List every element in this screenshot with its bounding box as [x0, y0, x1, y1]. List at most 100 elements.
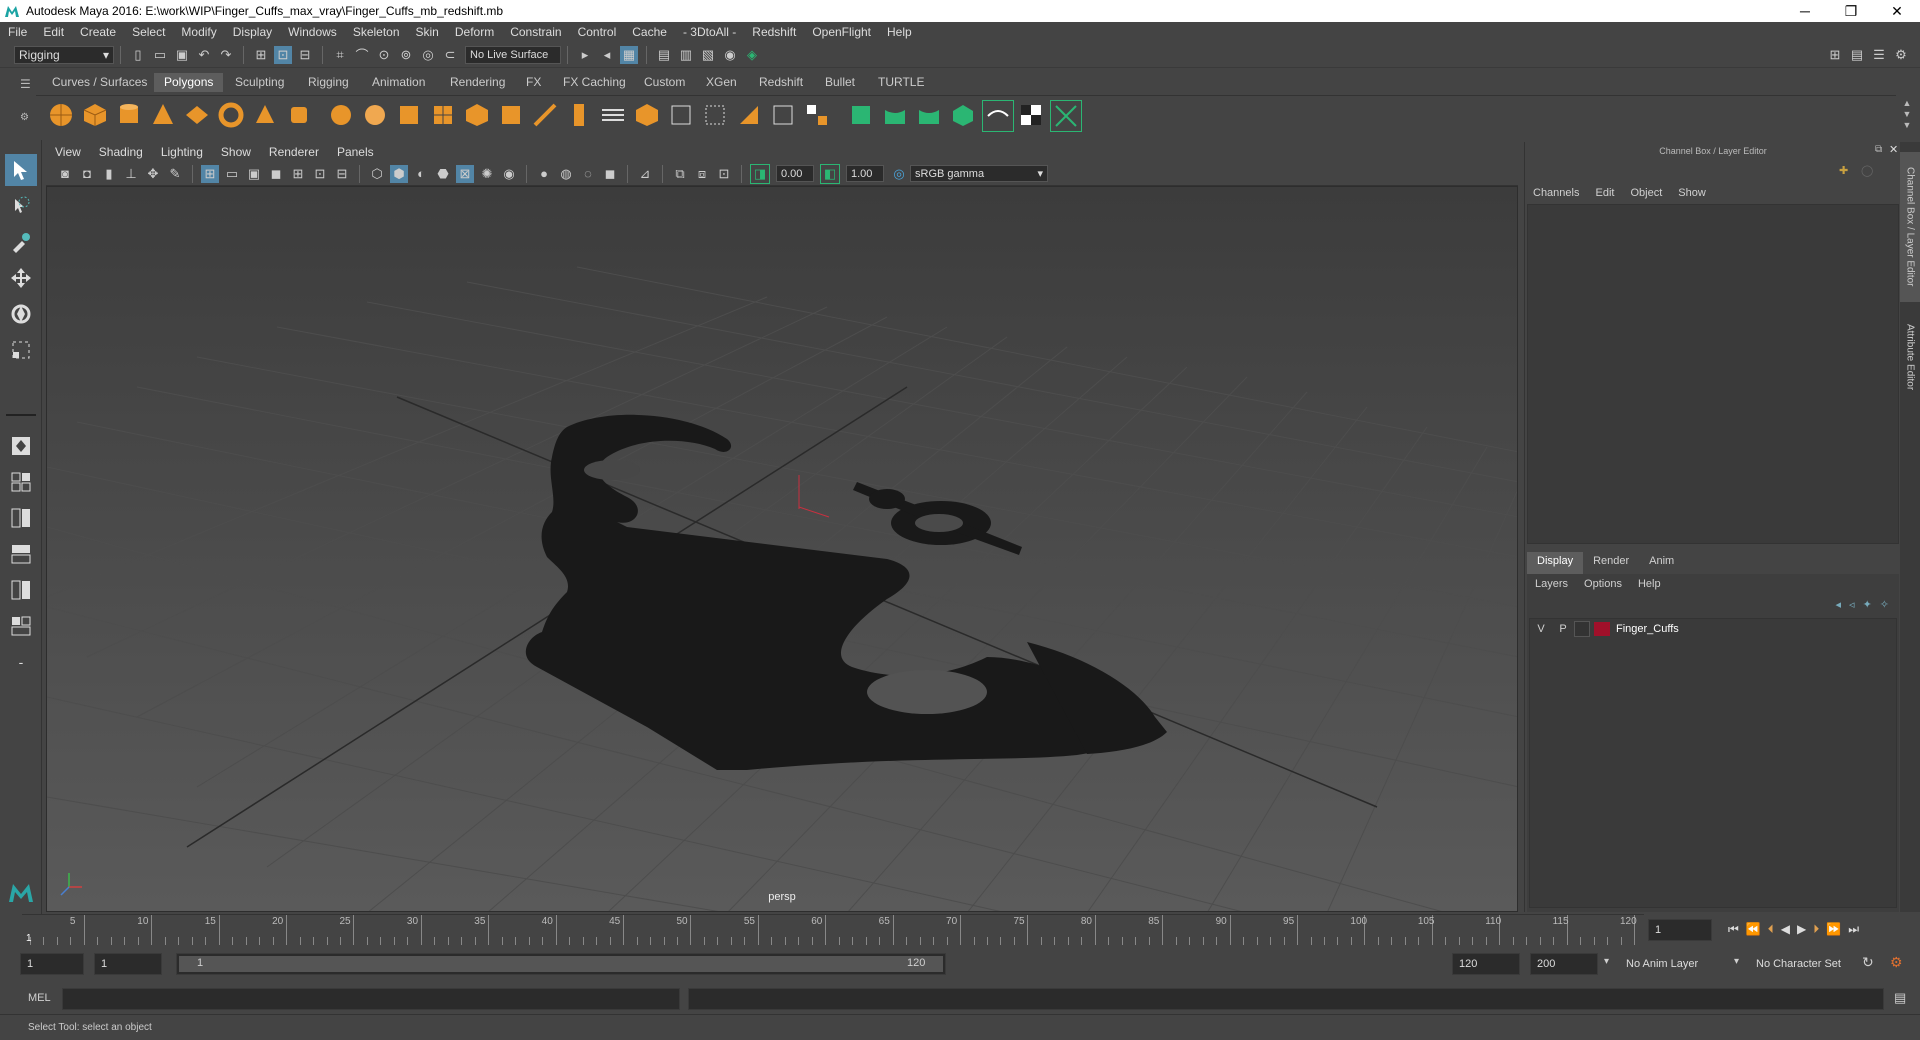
layers-menu[interactable]: Layers	[1527, 578, 1576, 590]
poly-pyramid-icon[interactable]	[250, 100, 280, 130]
snap-view-icon[interactable]: ⊚	[397, 46, 415, 64]
chevron-down-icon[interactable]: ▾	[1604, 956, 1609, 967]
cylindrical-map-icon[interactable]	[880, 100, 910, 130]
manipulator-icon[interactable]: ✚	[1839, 164, 1848, 177]
poly-plane-icon[interactable]	[182, 100, 212, 130]
start-frame-field[interactable]: 1	[20, 953, 84, 975]
range-slider-handle[interactable]	[179, 956, 943, 972]
redo-icon[interactable]: ↷	[217, 46, 235, 64]
tab-turtle[interactable]: TURTLE	[868, 73, 934, 92]
menu-set-dropdown[interactable]: Rigging ▾	[14, 45, 114, 64]
save-scene-icon[interactable]: ▣	[173, 46, 191, 64]
tab-xgen[interactable]: XGen	[696, 73, 747, 92]
shelf-scroll-arrows[interactable]: ▲ ▼ ▼	[1900, 98, 1914, 132]
shelf-menu-icon[interactable]: ☰	[20, 77, 31, 91]
select-hierarchy-icon[interactable]: ⊞	[252, 46, 270, 64]
auto-key-icon[interactable]: ↻	[1862, 954, 1874, 971]
shelf-options-icon[interactable]: ⚙	[20, 112, 29, 123]
tab-redshift[interactable]: Redshift	[749, 73, 813, 92]
bridge-icon[interactable]	[496, 100, 526, 130]
menu-control[interactable]: Control	[570, 25, 625, 39]
ipr-render-icon[interactable]: ▥	[677, 46, 695, 64]
anim-layer-dropdown[interactable]: No Anim Layer	[1620, 953, 1742, 975]
exposure-field[interactable]: 0.00	[776, 165, 814, 182]
lasso-tool-icon[interactable]	[5, 190, 37, 222]
poly-pipe-icon[interactable]	[284, 100, 314, 130]
menu-cache[interactable]: Cache	[624, 25, 675, 39]
persp-graph-layout-icon[interactable]	[5, 574, 37, 606]
safe-title-icon[interactable]: ⊟	[333, 165, 351, 183]
smooth-shade-icon[interactable]: ⬢	[390, 164, 408, 183]
field-chart-icon[interactable]: ⊞	[289, 165, 307, 183]
menu-file[interactable]: File	[0, 25, 35, 39]
command-input[interactable]	[62, 988, 680, 1010]
construction-history-icon[interactable]: ▦	[620, 45, 638, 64]
xray-joints-icon[interactable]: ⧉	[671, 165, 689, 183]
select-tool-icon[interactable]	[5, 154, 37, 186]
tab-curves-surfaces[interactable]: Curves / Surfaces	[42, 73, 157, 92]
attribute-editor-toggle-icon[interactable]: ⚙	[1892, 46, 1910, 64]
persp-outliner-layout-icon[interactable]	[5, 538, 37, 570]
speed-icon[interactable]: ◯	[1861, 164, 1873, 177]
tab-rendering[interactable]: Rendering	[440, 73, 515, 92]
step-back-key-icon[interactable]: ⏴	[1768, 922, 1774, 937]
menu-modify[interactable]: Modify	[173, 25, 224, 39]
output-ops-icon[interactable]: ◂	[598, 46, 616, 64]
playback-start-field[interactable]: 1	[94, 953, 162, 975]
side-tab-attribute-editor[interactable]: Attribute Editor	[1900, 307, 1920, 407]
spherical-map-icon[interactable]	[914, 100, 944, 130]
rotate-tool-icon[interactable]	[5, 298, 37, 330]
poly-sphere-icon[interactable]	[46, 100, 76, 130]
maya-home-icon[interactable]	[5, 876, 37, 908]
tab-rigging[interactable]: Rigging	[298, 73, 359, 92]
new-scene-icon[interactable]: ▯	[129, 46, 147, 64]
depth-of-field-icon[interactable]: ◼	[601, 165, 619, 183]
layer-visibility-toggle[interactable]: V	[1530, 623, 1552, 635]
channel-box-toggle-icon[interactable]: ☰	[1870, 46, 1888, 64]
unfold-icon[interactable]	[982, 100, 1014, 132]
snap-point-icon[interactable]: ⊙	[375, 46, 393, 64]
poly-torus-icon[interactable]	[216, 100, 246, 130]
color-management-icon[interactable]: ◎	[890, 165, 908, 183]
smooth-icon[interactable]	[428, 100, 458, 130]
scale-tool-icon[interactable]	[5, 334, 37, 366]
menu-windows[interactable]: Windows	[280, 25, 345, 39]
open-scene-icon[interactable]: ▭	[151, 46, 169, 64]
step-forward-key-icon[interactable]: ⏵	[1813, 922, 1819, 937]
channel-list[interactable]	[1527, 204, 1899, 544]
target-weld-icon[interactable]	[666, 100, 696, 130]
play-backward-icon[interactable]: ◀	[1781, 922, 1790, 937]
menu-display[interactable]: Display	[225, 25, 280, 39]
menu-openflight[interactable]: OpenFlight	[804, 25, 879, 39]
channels-menu[interactable]: Channels	[1525, 187, 1587, 199]
hypershade-layout-icon[interactable]	[5, 610, 37, 642]
step-back-icon[interactable]: ⏪	[1746, 922, 1761, 937]
animation-preferences-icon[interactable]: ⚙	[1890, 954, 1903, 971]
viewport-menu-panels[interactable]: Panels	[328, 145, 383, 159]
script-editor-icon[interactable]: ▤	[1894, 990, 1906, 1006]
persp-viewport[interactable]: persp	[46, 186, 1518, 912]
tab-animation[interactable]: Animation	[362, 73, 435, 92]
options-menu[interactable]: Options	[1576, 578, 1630, 590]
layer-type-toggle[interactable]	[1574, 621, 1590, 637]
single-pane-layout-icon[interactable]	[5, 430, 37, 462]
append-polygon-icon[interactable]	[700, 100, 730, 130]
menu-help[interactable]: Help	[879, 25, 920, 39]
mirror-icon[interactable]	[734, 100, 764, 130]
tab-bullet[interactable]: Bullet	[815, 73, 865, 92]
ambient-occlusion-icon[interactable]: ●	[535, 165, 553, 183]
automatic-map-icon[interactable]	[948, 100, 978, 130]
viewport-menu-show[interactable]: Show	[212, 145, 260, 159]
select-component-icon[interactable]: ⊟	[296, 46, 314, 64]
restore-button[interactable]: ❐	[1828, 3, 1874, 20]
shadows-icon[interactable]: ◉	[500, 165, 518, 183]
wireframe-on-shaded-icon[interactable]: ⬣	[434, 165, 452, 183]
gate-mask-icon[interactable]: ◼	[267, 165, 285, 183]
menu-select[interactable]: Select	[124, 25, 173, 39]
move-layer-up-icon[interactable]: ◂	[1836, 598, 1842, 611]
tab-fx-caching[interactable]: FX Caching	[553, 73, 636, 92]
extract-icon[interactable]	[394, 100, 424, 130]
cut-uv-icon[interactable]	[1050, 100, 1082, 132]
uv-editor-icon[interactable]	[802, 100, 832, 130]
wireframe-icon[interactable]: ⬡	[368, 165, 386, 183]
